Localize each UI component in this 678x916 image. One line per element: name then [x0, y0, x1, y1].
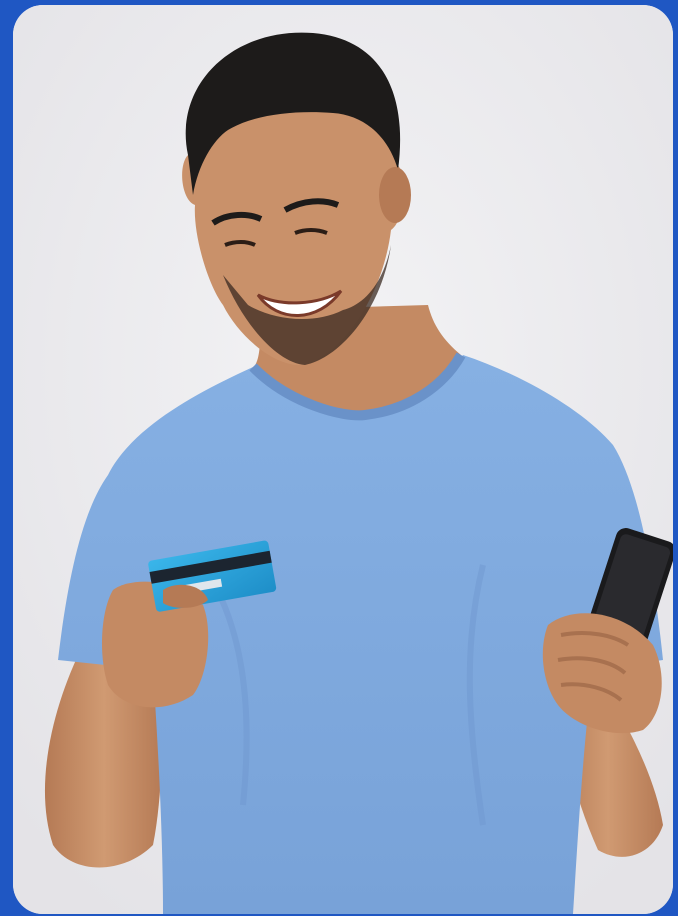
ear [379, 167, 411, 223]
man-with-card-and-phone-illustration [13, 5, 673, 914]
photo-frame [0, 0, 678, 916]
photo-card [13, 5, 673, 914]
